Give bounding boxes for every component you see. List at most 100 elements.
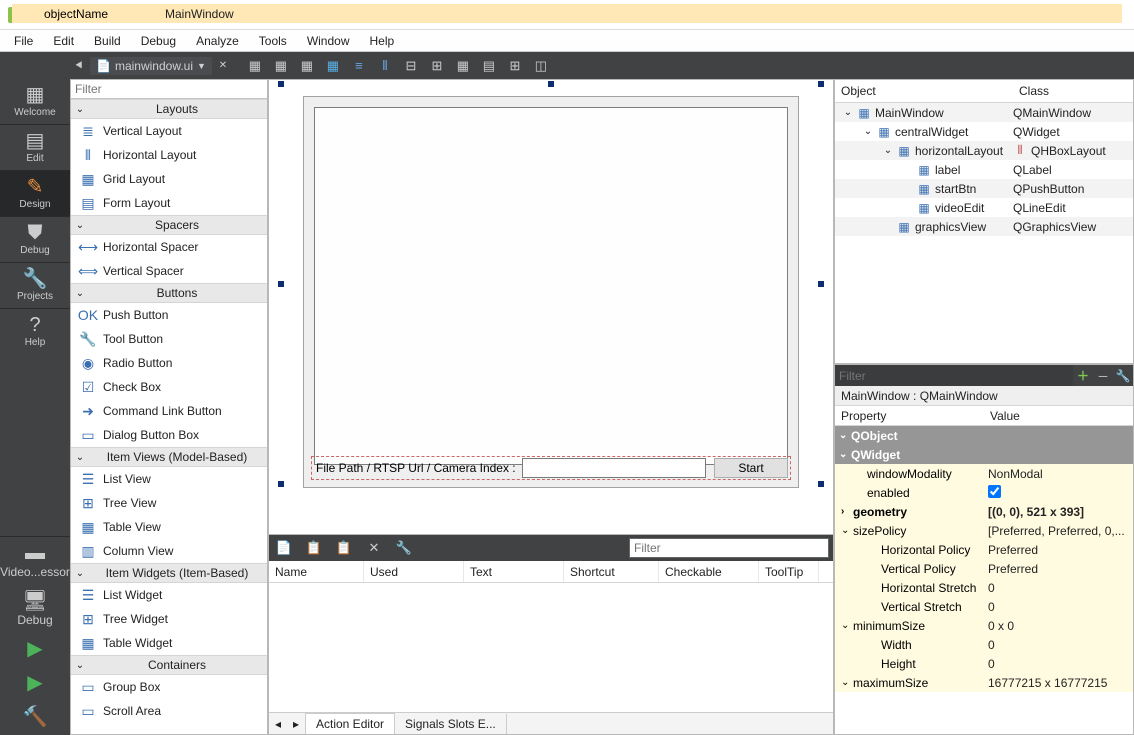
widget-list-widget[interactable]: ☰List Widget <box>71 583 267 607</box>
run-config[interactable]: 🖥Debug <box>0 585 70 633</box>
object-row-videoEdit[interactable]: ▦videoEditQLineEdit <box>835 198 1133 217</box>
layout-grid-icon[interactable]: ▦ <box>452 55 474 77</box>
widget-vertical-spacer[interactable]: ⟺Vertical Spacer <box>71 259 267 283</box>
menu-analyze[interactable]: Analyze <box>186 32 249 50</box>
widget-horizontal-layout[interactable]: ⫴Horizontal Layout <box>71 143 267 167</box>
widgetbox-filter[interactable] <box>71 80 267 98</box>
prop-col-property[interactable]: Property <box>835 406 984 425</box>
widget-grid-layout[interactable]: ▦Grid Layout <box>71 167 267 191</box>
property-Height[interactable]: Height0 <box>835 654 1133 673</box>
category-item-views-model-based-[interactable]: ⌄Item Views (Model-Based) <box>71 447 267 467</box>
property-enabled[interactable]: enabled <box>835 483 1133 502</box>
mode-debug[interactable]: ⛊Debug <box>0 216 70 262</box>
widget-horizontal-spacer[interactable]: ⟷Horizontal Spacer <box>71 235 267 259</box>
chevron-down-icon[interactable]: ⌄ <box>863 126 873 137</box>
close-doc-icon[interactable]: ✕ <box>212 55 234 77</box>
widget-group-box[interactable]: ▭Group Box <box>71 675 267 699</box>
action-col-shortcut[interactable]: Shortcut <box>564 561 659 582</box>
property-filter[interactable] <box>835 365 1073 386</box>
paste-action-icon[interactable]: 📋 <box>333 537 355 559</box>
property-sizePolicy[interactable]: ⌄sizePolicy[Preferred, Preferred, 0,... <box>835 521 1133 540</box>
mode-welcome[interactable]: ▦Welcome <box>0 79 70 124</box>
menu-window[interactable]: Window <box>297 32 360 50</box>
chevron-down-icon[interactable]: ⌄ <box>841 620 851 631</box>
category-layouts[interactable]: ⌄Layouts <box>71 99 267 119</box>
adjust-size-icon[interactable]: ◫ <box>530 55 552 77</box>
chevron-right-icon[interactable]: › <box>841 506 851 517</box>
delete-action-icon[interactable]: ✕ <box>363 537 385 559</box>
open-documents[interactable]: 📄 mainwindow.ui ▼ <box>90 57 212 75</box>
debug-button[interactable]: ▶ <box>0 667 70 701</box>
kit-selector[interactable]: ▬Video...essor <box>0 536 70 585</box>
menu-build[interactable]: Build <box>84 32 131 50</box>
build-button[interactable]: 🔨 <box>0 701 70 735</box>
widget-scroll-area[interactable]: ▭Scroll Area <box>71 699 267 723</box>
mode-help[interactable]: ?Help <box>0 308 70 354</box>
widget-tree-widget[interactable]: ⊞Tree Widget <box>71 607 267 631</box>
edit-signals-icon[interactable]: ▦ <box>270 55 292 77</box>
layout-hsplit-icon[interactable]: ⊟ <box>400 55 422 77</box>
menu-debug[interactable]: Debug <box>131 32 186 50</box>
category-item-widgets-item-based-[interactable]: ⌄Item Widgets (Item-Based) <box>71 563 267 583</box>
new-action-icon[interactable]: 📄 <box>273 537 295 559</box>
remove-dynamic-icon[interactable]: ─ <box>1093 366 1113 386</box>
chevron-down-icon[interactable]: ⌄ <box>841 525 851 536</box>
widget-radio-button[interactable]: ◉Radio Button <box>71 351 267 375</box>
widget-tool-button[interactable]: 🔧Tool Button <box>71 327 267 351</box>
tab-left-icon[interactable]: ◂ <box>269 717 287 731</box>
menu-tools[interactable]: Tools <box>249 32 297 50</box>
action-col-text[interactable]: Text <box>464 561 564 582</box>
object-row-startBtn[interactable]: ▦startBtnQPushButton <box>835 179 1133 198</box>
config-props-icon[interactable]: 🔧 <box>1113 366 1133 386</box>
video-edit-input[interactable] <box>522 458 706 478</box>
property-group-QObject[interactable]: ⌄QObject <box>835 426 1133 445</box>
add-dynamic-icon[interactable]: ＋ <box>1073 366 1093 386</box>
menu-edit[interactable]: Edit <box>43 32 84 50</box>
config-action-icon[interactable]: 🔧 <box>393 537 415 559</box>
action-filter[interactable] <box>629 538 829 558</box>
layout-vsplit-icon[interactable]: ⊞ <box>426 55 448 77</box>
category-containers[interactable]: ⌄Containers <box>71 655 267 675</box>
property-maximumSize[interactable]: ⌄maximumSize16777215 x 16777215 <box>835 673 1133 692</box>
chevron-down-icon[interactable]: ⌄ <box>843 107 853 118</box>
widget-table-view[interactable]: ▦Table View <box>71 515 267 539</box>
prop-col-value[interactable]: Value <box>984 406 1026 425</box>
property-Vertical-Policy[interactable]: Vertical PolicyPreferred <box>835 559 1133 578</box>
form-canvas[interactable]: File Path / RTSP Url / Camera Index : St… <box>269 80 833 534</box>
action-col-checkable[interactable]: Checkable <box>659 561 759 582</box>
copy-action-icon[interactable]: 📋 <box>303 537 325 559</box>
layout-v-icon[interactable]: ⫴ <box>374 55 396 77</box>
tab-signals-slots[interactable]: Signals Slots E... <box>395 714 507 734</box>
widget-check-box[interactable]: ☑Check Box <box>71 375 267 399</box>
run-button[interactable]: ▶ <box>0 633 70 667</box>
break-layout-icon[interactable]: ⊞ <box>504 55 526 77</box>
object-row-MainWindow[interactable]: ⌄▦MainWindowQMainWindow <box>835 103 1133 122</box>
action-col-name[interactable]: Name <box>269 561 364 582</box>
menu-help[interactable]: Help <box>360 32 405 50</box>
layout-form-icon[interactable]: ▤ <box>478 55 500 77</box>
action-col-used[interactable]: Used <box>364 561 464 582</box>
category-spacers[interactable]: ⌄Spacers <box>71 215 267 235</box>
widget-dialog-button-box[interactable]: ▭Dialog Button Box <box>71 423 267 447</box>
horizontal-layout[interactable]: File Path / RTSP Url / Camera Index : St… <box>311 456 791 480</box>
property-windowModality[interactable]: windowModalityNonModal <box>835 464 1133 483</box>
mainwindow-form[interactable]: File Path / RTSP Url / Camera Index : St… <box>303 96 799 488</box>
object-row-graphicsView[interactable]: ▦graphicsViewQGraphicsView <box>835 217 1133 236</box>
back-icon[interactable]: ⯇ <box>68 55 90 77</box>
widget-tree-view[interactable]: ⊞Tree View <box>71 491 267 515</box>
property-Width[interactable]: Width0 <box>835 635 1133 654</box>
obj-col-class[interactable]: Class <box>1013 80 1055 102</box>
category-buttons[interactable]: ⌄Buttons <box>71 283 267 303</box>
property-Horizontal-Policy[interactable]: Horizontal PolicyPreferred <box>835 540 1133 559</box>
widget-list-view[interactable]: ☰List View <box>71 467 267 491</box>
mode-edit[interactable]: ▤Edit <box>0 124 70 170</box>
mode-projects[interactable]: 🔧Projects <box>0 262 70 308</box>
widget-push-button[interactable]: OKPush Button <box>71 303 267 327</box>
widget-form-layout[interactable]: ▤Form Layout <box>71 191 267 215</box>
property-geometry[interactable]: ›geometry[(0, 0), 521 x 393] <box>835 502 1133 521</box>
start-button[interactable]: Start <box>714 458 788 478</box>
widget-command-link-button[interactable]: ➜Command Link Button <box>71 399 267 423</box>
widget-vertical-layout[interactable]: ≣Vertical Layout <box>71 119 267 143</box>
property-Horizontal-Stretch[interactable]: Horizontal Stretch0 <box>835 578 1133 597</box>
graphics-view[interactable] <box>314 107 788 465</box>
